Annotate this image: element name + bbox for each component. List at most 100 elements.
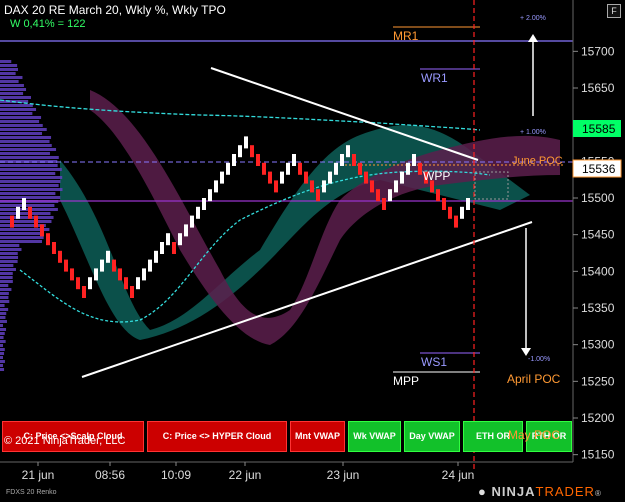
renko-brick-down <box>34 215 38 228</box>
chart-title: DAX 20 RE March 20, Wkly %, Wkly TPO <box>4 3 226 17</box>
ninjatrader-logo: ● NINJATRADER® <box>478 484 602 499</box>
level-mr1: MR1 <box>393 29 419 43</box>
volume-profile-bar <box>0 84 24 87</box>
window-menu-icon[interactable]: F <box>607 4 621 18</box>
renko-brick-up <box>178 233 182 246</box>
button-mnt-vwap[interactable]: Mnt VWAP <box>290 421 345 452</box>
x-tick-label: 24 jun <box>442 468 475 482</box>
volume-profile-bar <box>0 80 19 83</box>
volume-profile-bar <box>0 180 61 183</box>
volume-profile-bar <box>0 304 5 307</box>
level-wr1: WR1 <box>421 71 448 85</box>
renko-brick-up <box>322 180 326 193</box>
volume-profile-bar <box>0 312 7 315</box>
annot-may-poc: May POC <box>508 428 561 442</box>
renko-brick-up <box>400 171 404 184</box>
renko-brick-up <box>184 224 188 237</box>
renko-brick-down <box>352 154 356 166</box>
volume-profile-bar <box>0 316 6 319</box>
renko-brick-down <box>298 162 302 175</box>
logo-right: TRADER <box>535 484 595 499</box>
renko-brick-down <box>364 171 368 184</box>
renko-brick-down <box>64 259 68 272</box>
level-ws1: WS1 <box>421 355 447 369</box>
badge-white: 15536 <box>582 162 616 176</box>
y-tick-label: 15200 <box>581 411 615 425</box>
level-wpp: WPP <box>423 169 450 183</box>
renko-brick-up <box>406 162 410 175</box>
volume-profile-bar <box>0 308 9 311</box>
renko-brick-down <box>46 233 50 246</box>
volume-profile-bar <box>0 224 46 227</box>
magenta-cloud <box>90 90 560 345</box>
volume-profile-bar <box>0 60 12 63</box>
renko-brick-up <box>148 259 152 272</box>
x-tick-label: 21 jun <box>22 468 55 482</box>
button-day-vwap[interactable]: Day VWAP <box>404 421 460 452</box>
volume-profile-bar <box>0 248 22 251</box>
x-axis: 21 jun 08:56 10:09 22 jun 23 jun 24 jun <box>0 461 573 482</box>
volume-profile-bar <box>0 204 55 207</box>
renko-brick-up <box>202 198 206 210</box>
volume-profile-bar <box>0 136 52 139</box>
renko-brick-down <box>274 180 278 193</box>
volume-profile-bar <box>0 284 9 287</box>
renko-brick-down <box>448 206 452 219</box>
renko-brick-down <box>10 215 14 228</box>
volume-profile-bar <box>0 260 18 263</box>
volume-profile-bar <box>0 280 13 283</box>
volume-profile-bar <box>0 128 47 131</box>
volume-profile-bar <box>0 356 3 359</box>
volume-profile-bar <box>0 296 9 299</box>
renko-brick-up <box>460 206 464 219</box>
volume-profile-bar <box>0 192 56 195</box>
renko-brick-up <box>136 277 140 290</box>
volume-profile-bar <box>0 108 37 111</box>
volume-profile-bar <box>0 184 59 187</box>
badge-green: 15585 <box>582 122 616 136</box>
button-wk-vwap[interactable]: Wk VWAP <box>348 421 401 452</box>
renko-brick-down <box>40 224 44 237</box>
renko-brick-up <box>22 198 26 210</box>
volume-profile-bar <box>0 328 7 331</box>
renko-brick-up <box>16 206 20 219</box>
instrument-label: FDXS 20 Renko <box>6 489 57 496</box>
volume-profile-bar <box>0 116 42 119</box>
renko-brick-up <box>394 180 398 193</box>
renko-brick-up <box>388 189 392 202</box>
volume-profile-bar <box>0 276 13 279</box>
renko-brick-up <box>160 242 164 254</box>
volume-profile-bar <box>0 320 7 323</box>
y-tick-label: 15650 <box>581 81 615 95</box>
renko-brick-down <box>256 154 260 166</box>
volume-profile-bar <box>0 92 24 95</box>
renko-brick-up <box>106 250 110 263</box>
renko-brick-down <box>454 215 458 228</box>
renko-brick-up <box>190 215 194 228</box>
volume-profile-bar <box>0 120 40 123</box>
renko-brick-up <box>238 145 242 158</box>
renko-brick-up <box>220 171 224 184</box>
renko-brick-up <box>244 136 248 149</box>
volume-profile-bar <box>0 268 16 271</box>
renko-brick-up <box>280 171 284 184</box>
volume-profile-bar <box>0 220 52 223</box>
renko-brick-up <box>340 154 344 166</box>
x-tick-label: 22 jun <box>229 468 262 482</box>
volume-profile-bar <box>0 232 43 235</box>
renko-brick-down <box>124 277 128 290</box>
renko-brick-down <box>82 286 86 298</box>
button-hyper-cloud[interactable]: C: Price <> HYPER Cloud <box>147 421 287 452</box>
volume-profile-bar <box>0 68 19 71</box>
volume-profile-bar <box>0 360 5 363</box>
renko-brick-up <box>196 206 200 219</box>
renko-brick-up <box>334 162 338 175</box>
volume-profile-bar <box>0 244 20 247</box>
renko-brick-down <box>118 268 122 281</box>
renko-brick-down <box>250 145 254 158</box>
renko-brick-up <box>94 268 98 281</box>
renko-brick-down <box>358 162 362 175</box>
logo-registered: ® <box>594 489 602 498</box>
renko-brick-down <box>370 180 374 193</box>
level-labels: MR1 WR1 WPP WS1 MPP <box>393 29 450 388</box>
